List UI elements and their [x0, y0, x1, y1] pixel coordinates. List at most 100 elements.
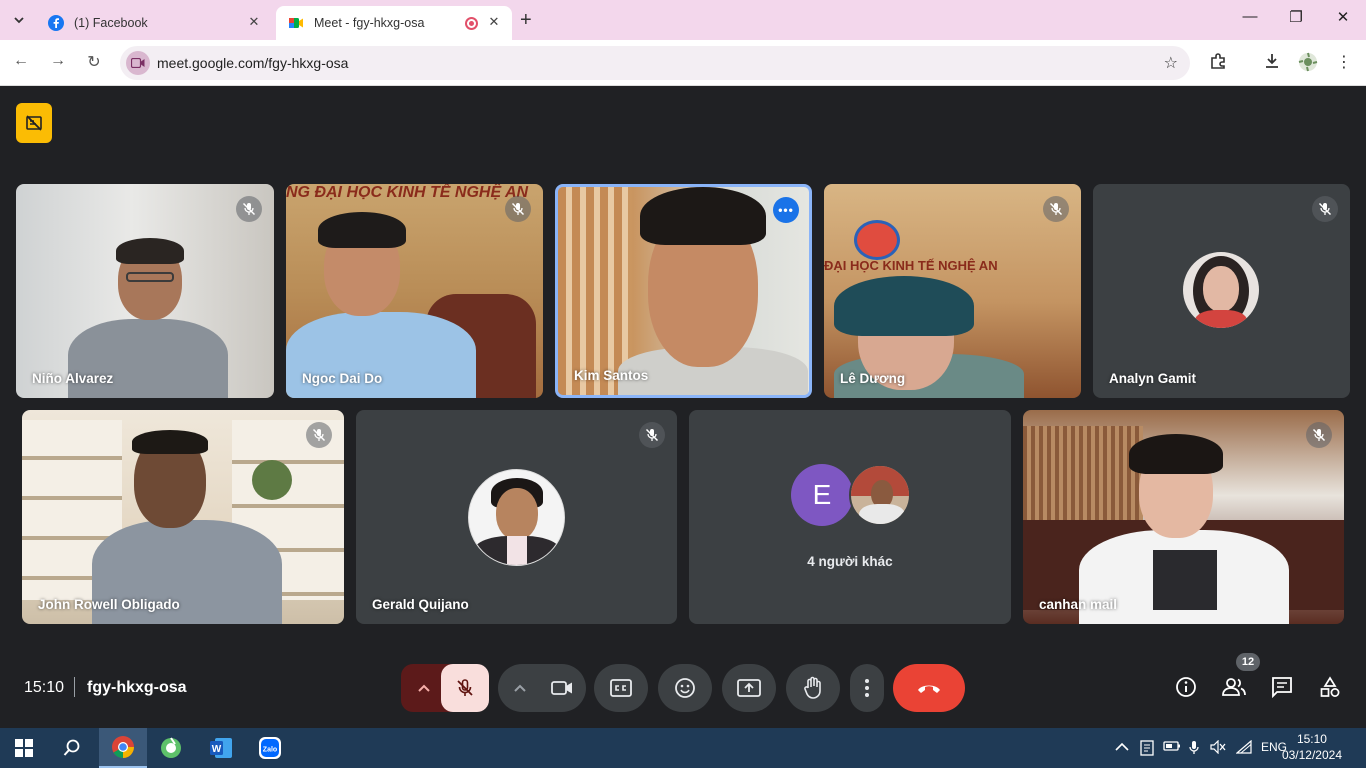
participant-name: Analyn Gamit: [1109, 371, 1197, 386]
word-icon: W: [210, 738, 232, 758]
reactions-button[interactable]: [658, 664, 712, 712]
svg-text:W: W: [212, 744, 222, 755]
wifi-icon[interactable]: [1235, 739, 1252, 757]
divider: [74, 677, 75, 697]
others-tile[interactable]: E 4 người khác: [689, 410, 1011, 624]
mic-off-icon: [457, 679, 473, 696]
new-tab-icon[interactable]: +: [520, 9, 532, 32]
chrome-icon: [112, 736, 134, 758]
video-feed: [16, 184, 274, 398]
participant-name: Lê Dương: [840, 371, 906, 386]
participant-tile[interactable]: canhan mail: [1023, 410, 1344, 624]
participant-tile[interactable]: ••• Kim Santos: [555, 184, 812, 398]
recording-icon: [465, 17, 478, 30]
battery-icon[interactable]: [1163, 740, 1181, 755]
taskbar-chrome[interactable]: [99, 728, 147, 768]
minimize-icon[interactable]: —: [1238, 8, 1262, 25]
taskbar-coccoc[interactable]: [147, 728, 195, 768]
mic-off-icon: [505, 196, 531, 222]
mic-toggle-button[interactable]: [441, 664, 489, 712]
participant-tile[interactable]: Niño Alvarez: [16, 184, 274, 398]
leave-call-button[interactable]: [893, 664, 965, 712]
search-button[interactable]: [48, 728, 96, 768]
meeting-clock: 15:10: [24, 679, 65, 696]
meeting-details-button[interactable]: [1173, 674, 1199, 700]
chat-button[interactable]: [1269, 674, 1295, 700]
back-icon[interactable]: ←: [10, 52, 32, 70]
tab-search-button[interactable]: [6, 8, 32, 32]
mic-off-icon: [1043, 196, 1069, 222]
participant-tile[interactable]: Gerald Quijano: [356, 410, 677, 624]
emoji-icon: [675, 678, 695, 698]
forward-icon[interactable]: →: [47, 52, 69, 70]
close-window-icon[interactable]: ✕: [1331, 8, 1355, 26]
mic-group: [401, 664, 489, 712]
show-hidden-icons-chevron-icon[interactable]: [1115, 740, 1129, 755]
no-video-icon: [26, 115, 42, 131]
system-clock[interactable]: 15:10 03/12/2024: [1282, 731, 1342, 763]
raise-hand-button[interactable]: [786, 664, 840, 712]
mic-options-chevron-icon[interactable]: [411, 678, 437, 698]
participant-name: Niño Alvarez: [32, 371, 114, 386]
address-bar[interactable]: meet.google.com/fgy-hkxg-osa ☆: [120, 46, 1190, 80]
people-count-badge: 12: [1236, 653, 1260, 671]
start-button[interactable]: [0, 728, 48, 768]
menu-dots-icon[interactable]: ⋮: [1333, 52, 1355, 72]
participant-tile[interactable]: NG ĐẠI HỌC KINH TẾ NGHỆ AN Ngoc Dai Do: [286, 184, 543, 398]
maximize-icon[interactable]: ❐: [1284, 8, 1308, 26]
download-icon[interactable]: [1261, 52, 1283, 75]
camera-toggle-button[interactable]: [538, 664, 586, 712]
google-meet-icon: [288, 15, 304, 31]
present-screen-button[interactable]: [722, 664, 776, 712]
url-text: meet.google.com/fgy-hkxg-osa: [157, 55, 349, 71]
tab-meet[interactable]: Meet - fgy-hkxg-osa ✕: [276, 6, 512, 40]
avatar: E: [791, 464, 853, 526]
activities-button[interactable]: [1317, 674, 1343, 700]
reload-icon[interactable]: ↻: [83, 52, 105, 72]
avatar: [849, 464, 911, 526]
svg-text:Zalo: Zalo: [263, 747, 277, 754]
system-time: 15:10: [1296, 732, 1327, 746]
close-tab-icon[interactable]: ✕: [486, 14, 502, 30]
windows-logo-icon: [15, 739, 33, 757]
camera-options-chevron-icon[interactable]: [508, 678, 532, 698]
more-options-icon[interactable]: •••: [773, 197, 799, 223]
video-feed: [824, 184, 1081, 398]
search-icon: [63, 739, 80, 756]
browser-tab-bar: (1) Facebook ✕ Meet - fgy-hkxg-osa ✕ + —…: [0, 0, 1366, 40]
more-options-button[interactable]: [850, 664, 884, 712]
video-feed: [558, 187, 809, 395]
meeting-code: fgy-hkxg-osa: [87, 679, 187, 696]
taskbar-zalo[interactable]: Zalo: [246, 728, 294, 768]
more-vert-icon: [865, 679, 869, 697]
tab-facebook[interactable]: (1) Facebook ✕: [36, 6, 272, 40]
mic-off-icon: [1306, 422, 1332, 448]
host-controls-button[interactable]: [16, 103, 52, 143]
meeting-controls-bar: 15:10 fgy-hkxg-osa 12: [0, 653, 1366, 717]
participant-tile[interactable]: ĐẠI HỌC KINH TẾ NGHỆ AN Lê Dương: [824, 184, 1081, 398]
participant-tile[interactable]: John Rowell Obligado: [22, 410, 344, 624]
bookmark-star-icon[interactable]: ☆: [1164, 53, 1178, 73]
mic-off-icon: [236, 196, 262, 222]
others-count-label: 4 người khác: [807, 554, 893, 569]
participant-name: Kim Santos: [574, 368, 649, 383]
participant-tile[interactable]: Analyn Gamit: [1093, 184, 1350, 398]
avatar: [468, 469, 565, 566]
camera-group: [498, 664, 586, 712]
volume-muted-icon[interactable]: [1210, 739, 1226, 757]
hand-icon: [804, 676, 821, 699]
notepad-tray-icon[interactable]: [1140, 740, 1154, 759]
people-button[interactable]: [1221, 674, 1247, 700]
captions-button[interactable]: [594, 664, 648, 712]
mic-off-icon: [306, 422, 332, 448]
close-tab-icon[interactable]: ✕: [246, 14, 262, 30]
zalo-icon: Zalo: [259, 737, 281, 759]
extensions-icon[interactable]: [1207, 52, 1229, 75]
microphone-tray-icon[interactable]: [1188, 740, 1200, 759]
mic-off-icon: [1312, 196, 1338, 222]
profile-avatar[interactable]: [1297, 52, 1319, 77]
participant-name: Gerald Quijano: [372, 597, 469, 612]
taskbar-word[interactable]: W: [197, 728, 245, 768]
camera-site-icon[interactable]: [126, 51, 150, 75]
activities-icon: [1320, 676, 1340, 697]
